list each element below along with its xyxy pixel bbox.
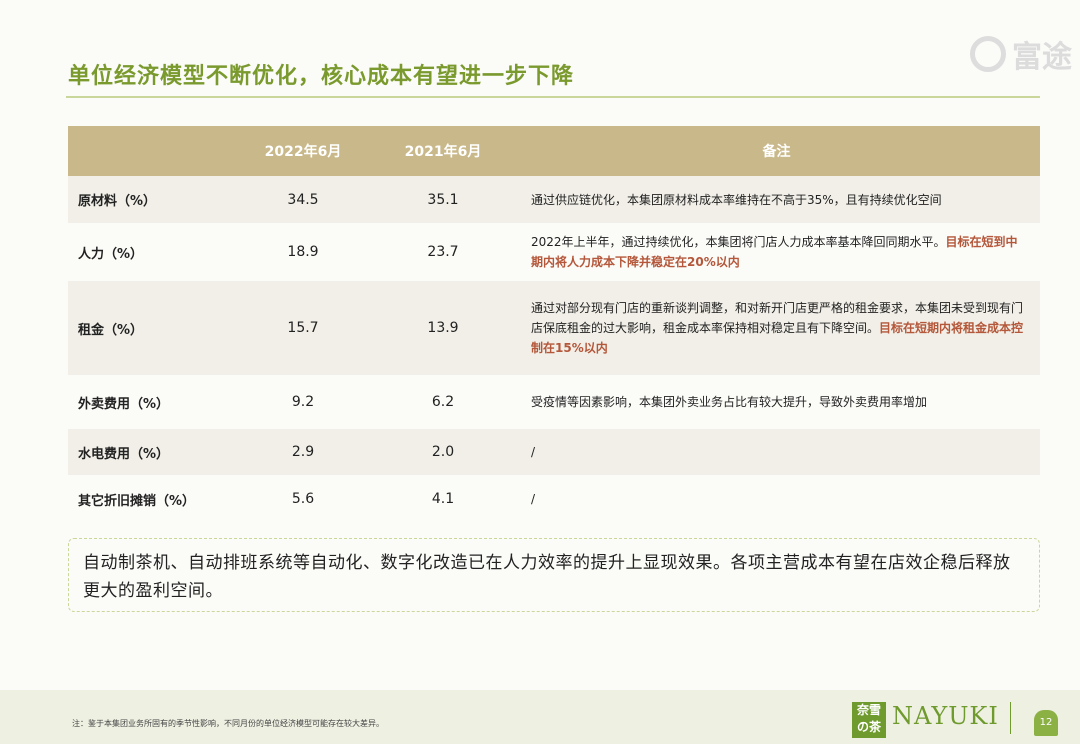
value-2021: 4.1 <box>373 475 513 523</box>
value-2022: 18.9 <box>233 223 373 281</box>
row-label: 外卖费用（%） <box>68 375 233 429</box>
row-note: / <box>513 429 1040 475</box>
cost-table: 2022年6月 2021年6月 备注 原材料（%） 34.5 35.1 通过供应… <box>68 126 1040 523</box>
table-row: 租金（%） 15.7 13.9 通过对部分现有门店的重新谈判调整，和对新开门店更… <box>68 281 1040 375</box>
table-header-row: 2022年6月 2021年6月 备注 <box>68 126 1040 176</box>
summary-box: 自动制茶机、自动排班系统等自动化、数字化改造已在人力效率的提升上显现效果。各项主… <box>68 538 1040 612</box>
header-cell-2022: 2022年6月 <box>233 126 373 176</box>
value-2021: 35.1 <box>373 176 513 223</box>
value-2022: 2.9 <box>233 429 373 475</box>
note-text: 通过供应链优化，本集团原材料成本率维持在不高于35%，且有持续优化空间 <box>531 192 942 207</box>
table-row: 人力（%） 18.9 23.7 2022年上半年，通过持续优化，本集团将门店人力… <box>68 223 1040 281</box>
footnote: 注：鉴于本集团业务所固有的季节性影响，不同月份的单位经济模型可能存在较大差异。 <box>72 719 384 728</box>
watermark-text: 富途 <box>1012 40 1072 75</box>
row-note: / <box>513 475 1040 523</box>
row-note: 通过对部分现有门店的重新谈判调整，和对新开门店更严格的租金要求，本集团未受到现有… <box>513 281 1040 375</box>
row-label: 原材料（%） <box>68 176 233 223</box>
title-divider <box>66 96 1040 98</box>
header-cell-notes: 备注 <box>513 126 1040 176</box>
table-row: 原材料（%） 34.5 35.1 通过供应链优化，本集团原材料成本率维持在不高于… <box>68 176 1040 223</box>
page-number: 12 <box>1034 710 1058 736</box>
value-2021: 6.2 <box>373 375 513 429</box>
note-text: 2022年上半年，通过持续优化，本集团将门店人力成本率基本降回同期水平。 <box>531 235 946 249</box>
table-row: 水电费用（%） 2.9 2.0 / <box>68 429 1040 475</box>
value-2021: 23.7 <box>373 223 513 281</box>
value-2021: 2.0 <box>373 429 513 475</box>
footer-bar: 注：鉴于本集团业务所固有的季节性影响，不同月份的单位经济模型可能存在较大差异。 … <box>0 690 1080 744</box>
watermark: 富途 <box>970 30 1080 78</box>
value-2022: 34.5 <box>233 176 373 223</box>
footer-divider <box>1010 702 1011 734</box>
table-row: 外卖费用（%） 9.2 6.2 受疫情等因素影响，本集团外卖业务占比有较大提升，… <box>68 375 1040 429</box>
note-text: / <box>531 445 536 459</box>
header-cell-2021: 2021年6月 <box>373 126 513 176</box>
value-2022: 15.7 <box>233 281 373 375</box>
row-note: 通过供应链优化，本集团原材料成本率维持在不高于35%，且有持续优化空间 <box>513 176 1040 223</box>
row-label: 人力（%） <box>68 223 233 281</box>
value-2022: 5.6 <box>233 475 373 523</box>
table-row: 其它折旧摊销（%） 5.6 4.1 / <box>68 475 1040 523</box>
watermark-logo-icon <box>970 36 1006 72</box>
row-note: 受疫情等因素影响，本集团外卖业务占比有较大提升，导致外卖费用率增加 <box>513 375 1040 429</box>
note-text: / <box>531 492 536 506</box>
row-label: 租金（%） <box>68 281 233 375</box>
header-cell-empty <box>68 126 233 176</box>
slide: 单位经济模型不断优化，核心成本有望进一步下降 富途 2022年6月 2021年6… <box>0 0 1080 744</box>
brand-seal-logo: 奈雪の茶 <box>852 702 886 738</box>
page-title: 单位经济模型不断优化，核心成本有望进一步下降 <box>68 64 575 89</box>
value-2021: 13.9 <box>373 281 513 375</box>
row-label: 水电费用（%） <box>68 429 233 475</box>
row-note: 2022年上半年，通过持续优化，本集团将门店人力成本率基本降回同期水平。目标在短… <box>513 223 1040 281</box>
value-2022: 9.2 <box>233 375 373 429</box>
note-text: 受疫情等因素影响，本集团外卖业务占比有较大提升，导致外卖费用率增加 <box>531 395 928 409</box>
row-label: 其它折旧摊销（%） <box>68 475 233 523</box>
brand-logo: NAYUKI <box>892 702 999 730</box>
